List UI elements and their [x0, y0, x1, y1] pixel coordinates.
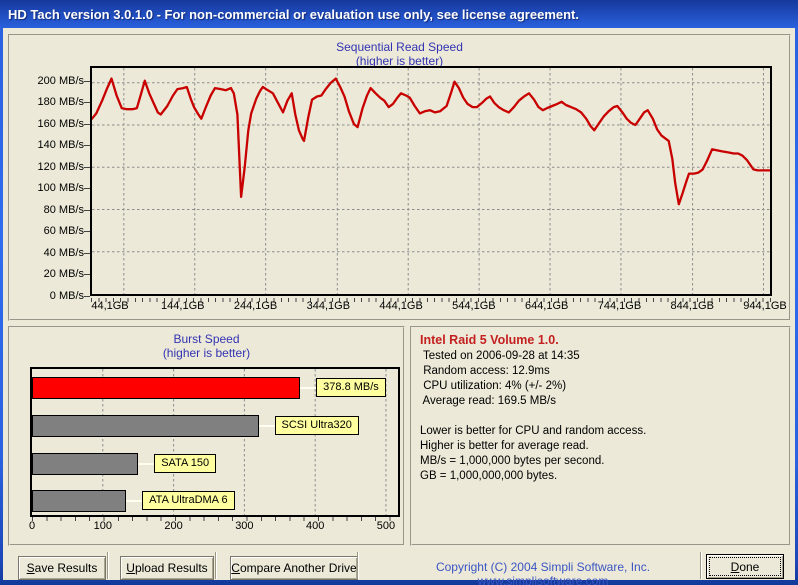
info-line: Average read: 169.5 MB/s — [420, 395, 556, 407]
seq-chart-svg — [92, 68, 770, 294]
footer-separator — [357, 552, 359, 579]
info-line: Lower is better for CPU and random acces… — [420, 425, 647, 437]
y-axis-label: 140 MB/s — [37, 139, 84, 152]
burst-bar-ata-ultradma-6 — [32, 490, 127, 512]
window-titlebar[interactable]: HD Tach version 3.0.1.0 - For non-commer… — [0, 0, 798, 28]
upload-results-button[interactable]: Upload Results — [120, 556, 214, 580]
burst-bar-label: ATA UltraDMA 6 — [142, 491, 235, 510]
footer-separator — [700, 552, 702, 579]
burst-speed-panel: Burst Speed (higher is better) 378.8 MB/… — [8, 326, 405, 546]
info-line: Tested on 2006-09-28 at 14:35 — [420, 350, 580, 362]
burst-bar-label: SCSI Ultra320 — [274, 416, 359, 435]
burst-bar-sata-150 — [32, 453, 139, 475]
client-area: Sequential Read Speed (higher is better)… — [3, 28, 795, 585]
x-axis-label: 244,1GB — [233, 300, 278, 312]
burst-bar-connector — [258, 425, 275, 427]
burst-bar-tested-drive — [32, 377, 301, 399]
y-axis-tick-mark — [84, 145, 90, 147]
y-axis-label: 120 MB/s — [37, 160, 84, 173]
x-axis-label: 144,1GB — [161, 300, 205, 312]
y-axis-label: 160 MB/s — [37, 117, 84, 130]
info-line: Random access: 12.9ms — [420, 365, 550, 377]
y-axis-tick-mark — [84, 123, 90, 125]
burst-axis-label: 500 — [376, 520, 396, 532]
x-axis-label: 344,1GB — [306, 300, 351, 312]
x-axis-label: 944,1GB — [743, 300, 787, 312]
burst-bar-connector — [300, 387, 317, 389]
y-axis-label: 180 MB/s — [37, 96, 84, 109]
y-axis-label: 0 MB/s — [49, 290, 84, 302]
y-axis-label: 200 MB/s — [37, 74, 84, 87]
copyright-text: Copyright (C) 2004 Simpli Software, Inc.… — [435, 560, 651, 585]
y-axis-tick-mark — [84, 274, 90, 276]
burst-bar-connector — [138, 463, 155, 465]
y-axis-label: 40 MB/s — [43, 246, 84, 259]
info-line: CPU utilization: 4% (+/- 2%) — [420, 380, 567, 392]
y-axis-tick-mark — [84, 102, 90, 104]
info-line: MB/s = 1,000,000 bytes per second. — [420, 455, 605, 467]
info-line: GB = 1,000,000,000 bytes. — [420, 470, 558, 482]
x-axis-label: 444,1GB — [379, 300, 423, 312]
y-axis-tick-mark — [84, 166, 90, 168]
y-axis-tick-mark — [84, 80, 90, 82]
y-axis-tick-mark — [84, 188, 90, 190]
done-button[interactable]: Done — [706, 554, 784, 579]
y-axis-label: 20 MB/s — [43, 268, 84, 281]
drive-info-lines: Tested on 2006-09-28 at 14:35 Random acc… — [420, 349, 781, 484]
burst-bar-label: 378.8 MB/s — [316, 378, 386, 397]
hdtach-window: HD Tach version 3.0.1.0 - For non-commer… — [0, 0, 798, 585]
x-axis-label: 544,1GB — [452, 300, 496, 312]
compare-another-drive-button[interactable]: Compare Another Drive — [230, 556, 358, 580]
burst-axis-label: 0 — [28, 520, 36, 532]
save-results-button[interactable]: Save Results — [18, 556, 106, 580]
y-axis-label: 100 MB/s — [37, 182, 84, 195]
burst-bar-connector — [126, 500, 143, 502]
burst-chart-plot: 378.8 MB/s SCSI Ultra320 SATA 150 ATA Ultra… — [30, 367, 400, 517]
footer-separator — [107, 552, 109, 579]
y-axis-tick-mark — [84, 231, 90, 233]
burst-axis-label: 300 — [235, 520, 254, 532]
info-line: Higher is better for average read. — [420, 440, 589, 452]
burst-bar-label: SATA 150 — [154, 454, 217, 473]
window-title: HD Tach version 3.0.1.0 - For non-commer… — [8, 6, 579, 22]
sequential-read-panel: Sequential Read Speed (higher is better)… — [8, 34, 791, 321]
seq-read-speed-line — [92, 77, 770, 206]
x-axis-label: 744,1GB — [597, 300, 642, 312]
x-axis-label: 644,1GB — [524, 300, 569, 312]
seq-chart-title: Sequential Read Speed — [336, 40, 463, 54]
drive-name: Intel Raid 5 Volume 1.0. — [420, 333, 559, 347]
drive-info-panel: Intel Raid 5 Volume 1.0. Tested on 2006-… — [410, 326, 791, 546]
burst-axis-label: 200 — [164, 520, 183, 532]
burst-bar-scsi-ultra320 — [32, 415, 259, 437]
burst-axis-label: 100 — [93, 520, 112, 532]
footer-separator — [215, 552, 217, 579]
y-axis-tick-mark — [84, 252, 90, 254]
burst-axis-label: 400 — [305, 520, 325, 532]
x-axis-label: 844,1GB — [670, 300, 714, 312]
x-axis-label: 44,1GB — [91, 300, 129, 312]
y-axis-label: 60 MB/s — [43, 225, 84, 238]
y-axis-label: 80 MB/s — [43, 203, 84, 216]
seq-chart-plot — [90, 66, 772, 296]
y-axis-tick-mark — [84, 296, 90, 297]
burst-chart-title: Burst Speed — [173, 332, 240, 346]
burst-chart-subtitle: (higher is better) — [162, 346, 251, 360]
y-axis-tick-mark — [84, 209, 90, 211]
info-line — [420, 409, 781, 424]
